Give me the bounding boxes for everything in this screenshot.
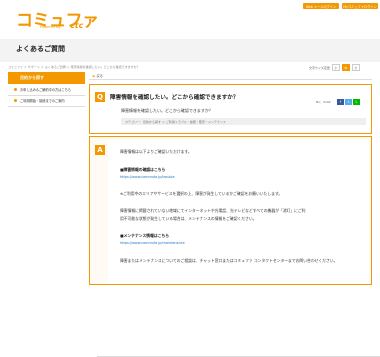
trouble-info-heading: ■障害情報の確認はこちら xyxy=(120,167,166,172)
sidebar-item[interactable]: お申し込み＆ご解約中の方はこちら xyxy=(8,84,85,96)
font-size-small-button[interactable]: 小 xyxy=(331,64,340,71)
sidebar-item-label: お申し込み＆ご解約中の方はこちら xyxy=(20,87,71,92)
line-share-icon[interactable]: L xyxy=(353,99,360,105)
page-title: よくあるご質問 xyxy=(16,45,65,53)
back-arrow-icon: ◀ xyxy=(92,73,95,78)
sidebar-item[interactable]: ご利用開始・接続までのご案内 xyxy=(8,96,85,107)
question-box: Q 障害情報を確認したい。どこから確認できますか？ No：2192 f t L … xyxy=(89,84,372,134)
bullet-icon xyxy=(14,87,17,91)
font-size-medium-button[interactable]: 中 xyxy=(341,64,350,71)
font-size-label: 文字サイズ変更 xyxy=(309,65,330,70)
answer-body-line-1: 障害情報に掲載されていない地域にてインターネットや光電話、光テレビなどすべての機… xyxy=(120,208,306,213)
back-label: 戻る xyxy=(96,74,103,78)
question-mark-icon: Q xyxy=(95,92,105,102)
sidebar-list: お申し込み＆ご解約中の方はこちらご利用開始・接続までのご案内ご契約内容・変更・解… xyxy=(8,84,380,357)
font-size-switcher: 文字サイズ変更 小 中 大 xyxy=(309,64,360,71)
mycommufa-login-button[interactable]: Myコミュファログイン xyxy=(342,3,378,9)
site-header: コミュファ Powered by ctc Web メールログイン Myコミュファ… xyxy=(0,0,380,31)
answer-panel: 障害情報は以下よりご確認いただけます。 ■障害情報の確認はこちら https:/… xyxy=(108,140,369,284)
breadcrumb[interactable]: コミュファ ＞ サポート ＞ よくあるご質問 ＞ 障害情報を確認したい。どこから… xyxy=(8,65,140,69)
question-category[interactable]: カテゴリー：目的から探す ＞ ご利用トラブル・故障・障害・メンテナンス xyxy=(121,118,366,125)
question-subtitle: 障害情報を確認したい。どこから確認できますか？ xyxy=(121,108,213,113)
logo-tagline: Powered by xyxy=(40,25,61,29)
web-mail-login-button[interactable]: Web メールログイン xyxy=(303,3,339,9)
trouble-info-link[interactable]: https://www.commufa.jp/trouble xyxy=(120,175,175,179)
maintenance-link[interactable]: https://www.commufa.jp/maintenance xyxy=(120,241,185,245)
sidebar-heading: 目的から探す xyxy=(8,72,85,84)
bullet-icon xyxy=(14,99,17,103)
answer-contact-text: 障害またはメンテナンスについてのご相談は、チャット窓口またはコミュファ コンタク… xyxy=(120,258,338,263)
twitter-share-icon[interactable]: t xyxy=(345,99,352,105)
main-content: ◀ 戻る Q 障害情報を確認したい。どこから確認できますか？ No：2192 f… xyxy=(89,72,372,285)
maintenance-heading: ■メンテナンス情報はこちら xyxy=(120,233,170,238)
question-number: No：2192 xyxy=(316,100,331,104)
answer-body-line-2: 用不可能な状態が発生している場合は、メンテナンスの情報をご確認ください。 xyxy=(120,216,257,221)
sidebar-item-label: ご利用開始・接続までのご案内 xyxy=(20,99,65,104)
ctc-logo: ctc xyxy=(70,21,84,30)
answer-intro: 障害情報は以下よりご確認いただけます。 xyxy=(120,149,192,154)
facebook-share-icon[interactable]: f xyxy=(337,99,344,105)
answer-mark-icon: A xyxy=(95,145,105,155)
back-link[interactable]: ◀ 戻る xyxy=(89,72,372,80)
answer-box: A 障害情報は以下よりご確認いただけます。 ■障害情報の確認はこちら https… xyxy=(89,136,372,285)
answer-note: ※ご利用中のエリアやサービスを選択の上、障害が発生しているかご確認をお願いいたし… xyxy=(120,191,283,196)
font-size-large-button[interactable]: 大 xyxy=(351,64,360,71)
question-title: 障害情報を確認したい。どこから確認できますか？ xyxy=(110,95,239,101)
sidebar: 目的から探す お申し込み＆ご解約中の方はこちらご利用開始・接続までのご案内ご契約… xyxy=(8,72,380,357)
